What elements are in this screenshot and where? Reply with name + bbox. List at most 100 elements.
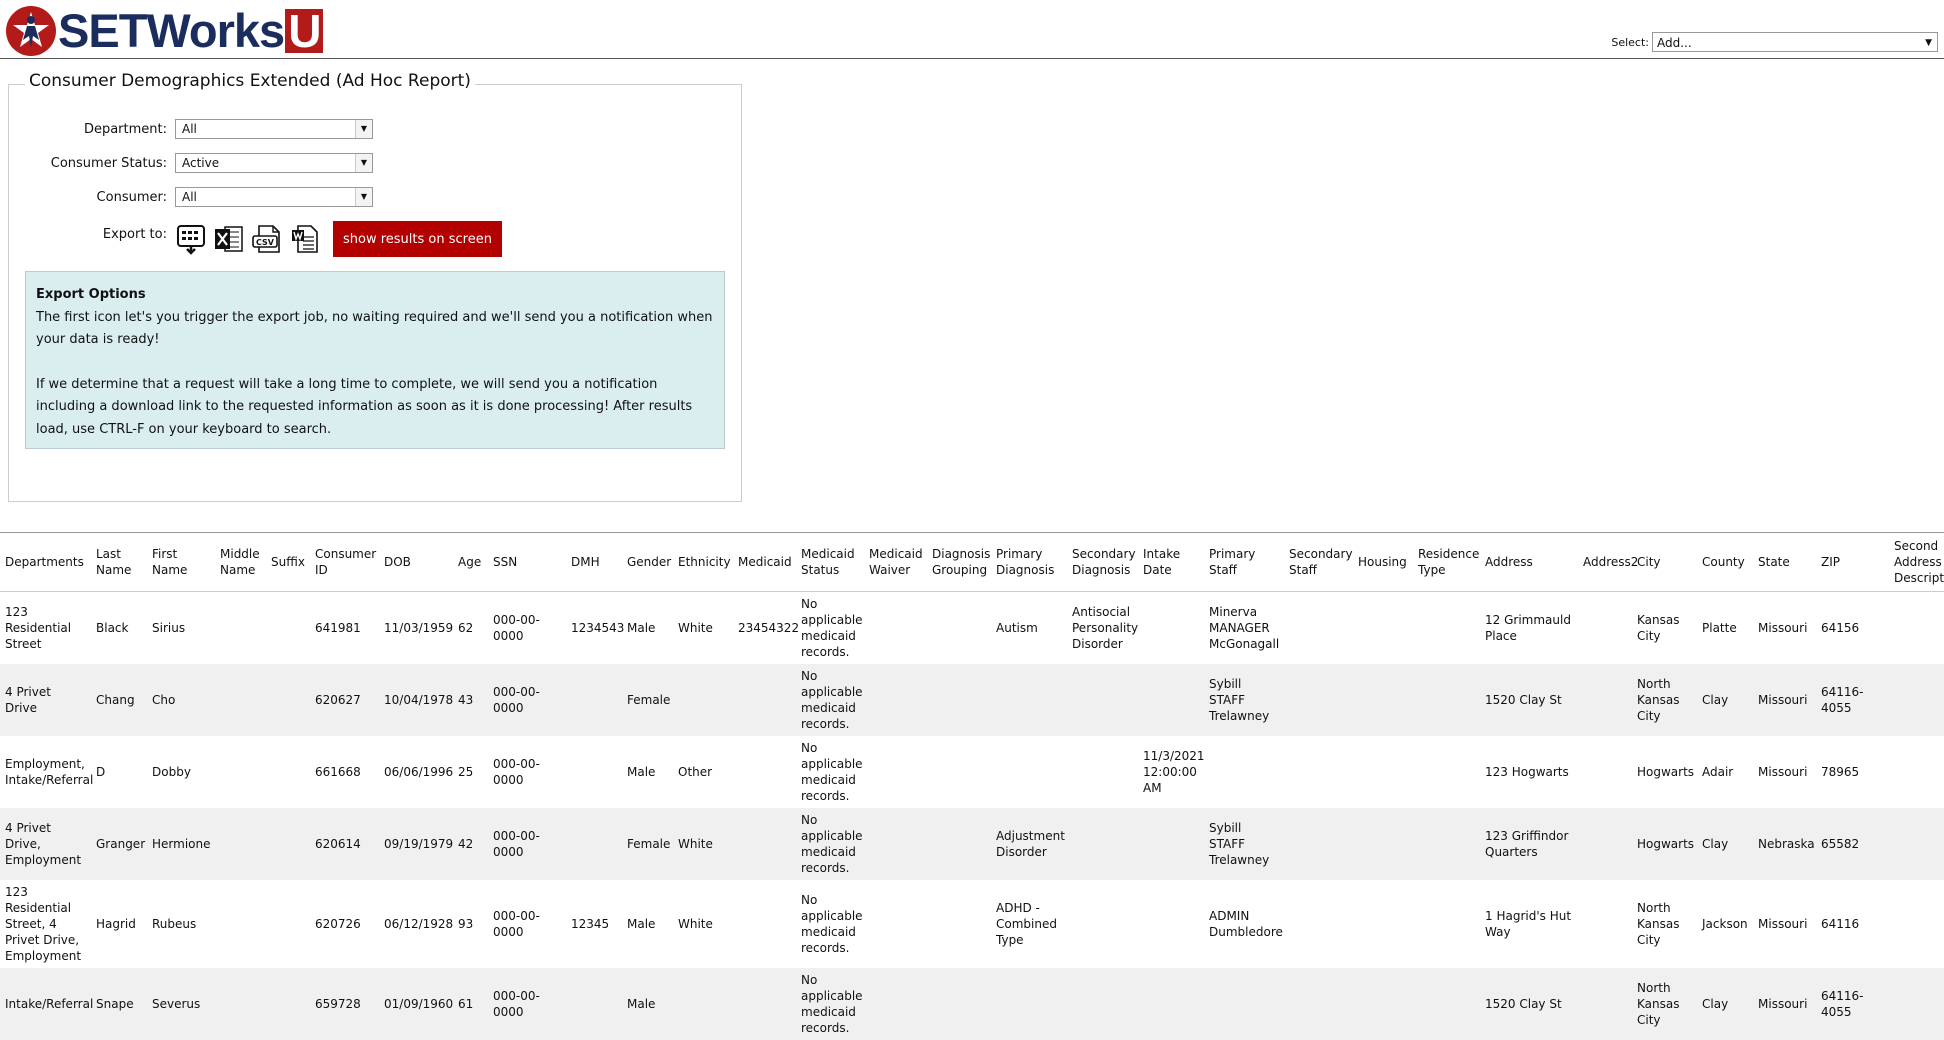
column-header[interactable]: Second Address Description [1889, 533, 1944, 592]
status-dropdown[interactable]: Active ▼ [175, 153, 373, 173]
export-job-icon[interactable] [175, 223, 207, 255]
table-cell: No applicable medicaid records. [796, 736, 864, 808]
export-icons: CSV show results on screen [175, 221, 502, 257]
table-cell [864, 592, 927, 665]
department-dropdown[interactable]: All ▼ [175, 119, 373, 139]
table-cell [1204, 736, 1284, 808]
table-cell: ADMIN Dumbledore [1204, 880, 1284, 968]
column-header[interactable]: Medicaid [733, 533, 796, 592]
table-cell [1353, 664, 1413, 736]
table-cell: Severus [147, 968, 215, 1040]
table-cell [1138, 592, 1204, 665]
column-header[interactable]: Residence Type [1413, 533, 1480, 592]
column-header[interactable]: Ethnicity [673, 533, 733, 592]
table-cell [215, 736, 266, 808]
table-cell: Employment, Intake/Referral [0, 736, 91, 808]
column-header[interactable]: Secondary Diagnosis [1067, 533, 1138, 592]
table-cell: 64116 [1816, 880, 1889, 968]
column-header[interactable]: Intake Date [1138, 533, 1204, 592]
column-header[interactable]: Address2 [1578, 533, 1632, 592]
table-cell: No applicable medicaid records. [796, 592, 864, 665]
column-header[interactable]: DMH [566, 533, 622, 592]
table-cell: ADHD - Combined Type [991, 880, 1067, 968]
table-cell [266, 968, 310, 1040]
table-cell [1138, 880, 1204, 968]
table-cell [733, 880, 796, 968]
column-header[interactable]: Medicaid Status [796, 533, 864, 592]
column-header[interactable]: Diagnosis Grouping [927, 533, 991, 592]
column-header[interactable]: First Name [147, 533, 215, 592]
table-cell: 11/03/1959 [379, 592, 453, 665]
column-header[interactable]: Primary Staff [1204, 533, 1284, 592]
table-cell: 64116-4055 [1816, 664, 1889, 736]
column-header[interactable]: Age [453, 533, 488, 592]
table-cell [1284, 880, 1353, 968]
column-header[interactable]: State [1753, 533, 1816, 592]
table-cell: Female [622, 808, 673, 880]
table-cell [864, 664, 927, 736]
table-cell [266, 808, 310, 880]
table-cell [1284, 664, 1353, 736]
table-cell: Male [622, 968, 673, 1040]
add-select-dropdown[interactable]: Add... ▼ [1652, 32, 1938, 52]
table-cell: 661668 [310, 736, 379, 808]
table-cell: Chang [91, 664, 147, 736]
column-header[interactable]: Medicaid Waiver [864, 533, 927, 592]
table-cell [1353, 808, 1413, 880]
table-cell: Snape [91, 968, 147, 1040]
report-panel: Consumer Demographics Extended (Ad Hoc R… [8, 84, 742, 502]
table-cell [733, 968, 796, 1040]
column-header[interactable]: Primary Diagnosis [991, 533, 1067, 592]
column-header[interactable]: Housing [1353, 533, 1413, 592]
table-row: Intake/ReferralSnapeSeverus65972801/09/1… [0, 968, 1944, 1040]
column-header[interactable]: Address [1480, 533, 1578, 592]
consumer-dropdown[interactable]: All ▼ [175, 187, 373, 207]
table-cell: Sirius [147, 592, 215, 665]
chevron-down-icon: ▼ [1925, 33, 1932, 53]
column-header[interactable]: Last Name [91, 533, 147, 592]
table-cell [733, 664, 796, 736]
table-cell: 000-00-0000 [488, 968, 566, 1040]
word-icon[interactable] [289, 223, 321, 255]
table-row: Employment, Intake/ReferralDDobby6616680… [0, 736, 1944, 808]
table-cell [733, 808, 796, 880]
column-header[interactable]: Suffix [266, 533, 310, 592]
table-cell [927, 968, 991, 1040]
column-header[interactable]: DOB [379, 533, 453, 592]
table-cell: White [673, 592, 733, 665]
header-select: Select: Add... ▼ [1611, 32, 1938, 52]
table-cell: 09/19/1979 [379, 808, 453, 880]
table-cell [1067, 664, 1138, 736]
table-cell [1889, 808, 1944, 880]
table-cell: 000-00-0000 [488, 880, 566, 968]
table-cell [566, 808, 622, 880]
column-header[interactable]: Middle Name [215, 533, 266, 592]
status-row: Consumer Status: Active ▼ [9, 153, 373, 173]
table-cell [864, 880, 927, 968]
table-cell: Adjustment Disorder [991, 808, 1067, 880]
column-header[interactable]: County [1697, 533, 1753, 592]
column-header[interactable]: City [1632, 533, 1697, 592]
column-header[interactable]: Secondary Staff [1284, 533, 1353, 592]
table-cell: 641981 [310, 592, 379, 665]
table-cell [1353, 880, 1413, 968]
show-results-button[interactable]: show results on screen [333, 221, 502, 257]
table-body: 123 Residential StreetBlackSirius6419811… [0, 592, 1944, 1040]
table-cell: 64116-4055 [1816, 968, 1889, 1040]
table-cell [215, 880, 266, 968]
excel-icon[interactable] [213, 223, 245, 255]
column-header[interactable]: SSN [488, 533, 566, 592]
logo-star-icon [6, 6, 56, 56]
setworks-logo[interactable]: SETWorksU [6, 6, 323, 56]
column-header[interactable]: ZIP [1816, 533, 1889, 592]
table-cell [1889, 592, 1944, 665]
csv-icon[interactable]: CSV [251, 223, 283, 255]
column-header[interactable]: Departments [0, 533, 91, 592]
column-header[interactable]: Consumer ID [310, 533, 379, 592]
table-cell: No applicable medicaid records. [796, 808, 864, 880]
table-cell: Missouri [1753, 880, 1816, 968]
table-cell [1284, 968, 1353, 1040]
table-cell: 000-00-0000 [488, 664, 566, 736]
results-table-wrap: DepartmentsLast NameFirst NameMiddle Nam… [0, 532, 1944, 1040]
column-header[interactable]: Gender [622, 533, 673, 592]
